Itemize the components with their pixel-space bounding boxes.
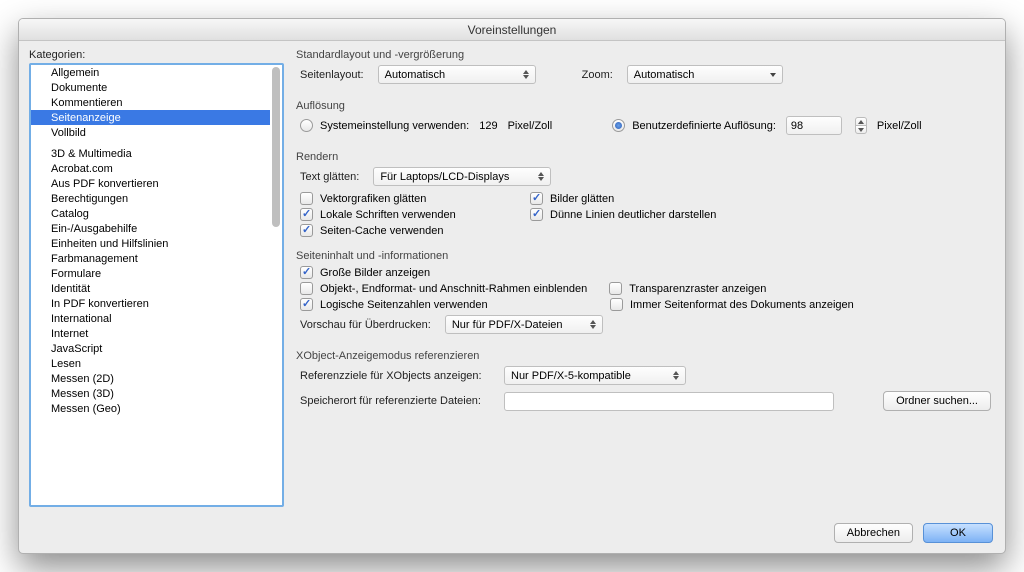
section-render-title: Rendern [296, 151, 991, 163]
section-xobject-title: XObject-Anzeigemodus referenzieren [296, 350, 991, 362]
updown-icon [586, 317, 600, 332]
categories-listbox[interactable]: Allgemein Dokumente Kommentieren Seitena… [29, 63, 284, 507]
cb-frames[interactable]: Objekt-, Endformat- und Anschnitt-Rahmen… [300, 282, 587, 295]
zoom-label: Zoom: [582, 69, 613, 81]
category-item[interactable]: Acrobat.com [31, 161, 270, 176]
category-item[interactable]: In PDF konvertieren [31, 296, 270, 311]
resolution-system-value: 129 [479, 120, 497, 132]
category-item[interactable]: Internet [31, 326, 270, 341]
category-item[interactable]: Aus PDF konvertieren [31, 176, 270, 191]
categories-scrollbar[interactable] [272, 67, 280, 503]
cb-vector-smooth[interactable]: Vektorgrafiken glätten [300, 192, 480, 205]
seitenlayout-label: Seitenlayout: [300, 69, 364, 81]
category-item[interactable]: Messen (3D) [31, 386, 270, 401]
cb-image-smooth[interactable]: Bilder glätten [530, 192, 614, 205]
xobject-targets-label: Referenzziele für XObjects anzeigen: [300, 370, 490, 382]
browse-folder-button[interactable]: Ordner suchen... [883, 391, 991, 411]
category-item[interactable]: International [31, 311, 270, 326]
cb-logical-pages[interactable]: Logische Seitenzahlen verwenden [300, 298, 588, 311]
category-item[interactable]: Kommentieren [31, 95, 270, 110]
category-item[interactable]: Dokumente [31, 80, 270, 95]
resolution-unit: Pixel/Zoll [508, 120, 553, 132]
category-item[interactable]: Berechtigungen [31, 191, 270, 206]
zoom-select[interactable]: Automatisch [627, 65, 783, 84]
category-item[interactable]: Messen (2D) [31, 371, 270, 386]
category-item[interactable]: Allgemein [31, 65, 270, 80]
resolution-stepper[interactable] [855, 117, 867, 134]
xobject-location-input[interactable] [504, 392, 834, 411]
resolution-custom-radio[interactable]: Benutzerdefinierte Auflösung: [612, 119, 776, 132]
overprint-select[interactable]: Nur für PDF/X-Dateien [445, 315, 603, 334]
preferences-window: Voreinstellungen Kategorien: Allgemein D… [18, 18, 1006, 554]
overprint-label: Vorschau für Überdrucken: [300, 319, 431, 331]
categories-label: Kategorien: [29, 49, 284, 61]
cb-transparency[interactable]: Transparenzraster anzeigen [609, 282, 766, 295]
category-item[interactable]: Farbmanagement [31, 251, 270, 266]
dropdown-icon [766, 67, 780, 82]
category-item[interactable]: Identität [31, 281, 270, 296]
cb-large-images[interactable]: Große Bilder anzeigen [300, 266, 430, 279]
window-title: Voreinstellungen [19, 19, 1005, 41]
updown-icon [534, 169, 548, 184]
resolution-unit2: Pixel/Zoll [877, 120, 922, 132]
cb-always-pageformat[interactable]: Immer Seitenformat des Dokuments anzeige… [610, 298, 854, 311]
category-item[interactable]: Vollbild [31, 125, 270, 140]
category-item[interactable]: JavaScript [31, 341, 270, 356]
cb-local-fonts[interactable]: Lokale Schriften verwenden [300, 208, 480, 221]
category-item[interactable]: Catalog [31, 206, 270, 221]
xobject-location-label: Speicherort für referenzierte Dateien: [300, 395, 490, 407]
text-smooth-select[interactable]: Für Laptops/LCD-Displays [373, 167, 551, 186]
category-item[interactable]: Ein-/Ausgabehilfe [31, 221, 270, 236]
category-item[interactable]: Einheiten und Hilfslinien [31, 236, 270, 251]
resolution-system-radio[interactable]: Systemeinstellung verwenden: [300, 119, 469, 132]
updown-icon [519, 67, 533, 82]
resolution-custom-input[interactable]: 98 [786, 116, 842, 135]
section-layout-title: Standardlayout und -vergrößerung [296, 49, 991, 61]
section-resolution-title: Auflösung [296, 100, 991, 112]
xobject-targets-select[interactable]: Nur PDF/X-5-kompatible [504, 366, 686, 385]
seitenlayout-select[interactable]: Automatisch [378, 65, 536, 84]
section-pageinfo-title: Seiteninhalt und -informationen [296, 250, 991, 262]
text-smooth-label: Text glätten: [300, 171, 359, 183]
category-item[interactable]: Messen (Geo) [31, 401, 270, 416]
cb-thin-lines[interactable]: Dünne Linien deutlicher darstellen [530, 208, 716, 221]
category-item[interactable]: Lesen [31, 356, 270, 371]
category-item[interactable]: 3D & Multimedia [31, 146, 270, 161]
category-item-selected[interactable]: Seitenanzeige [31, 110, 270, 125]
cb-page-cache[interactable]: Seiten-Cache verwenden [300, 224, 444, 237]
updown-icon [669, 368, 683, 383]
cancel-button[interactable]: Abbrechen [834, 523, 913, 543]
ok-button[interactable]: OK [923, 523, 993, 543]
category-item[interactable]: Formulare [31, 266, 270, 281]
